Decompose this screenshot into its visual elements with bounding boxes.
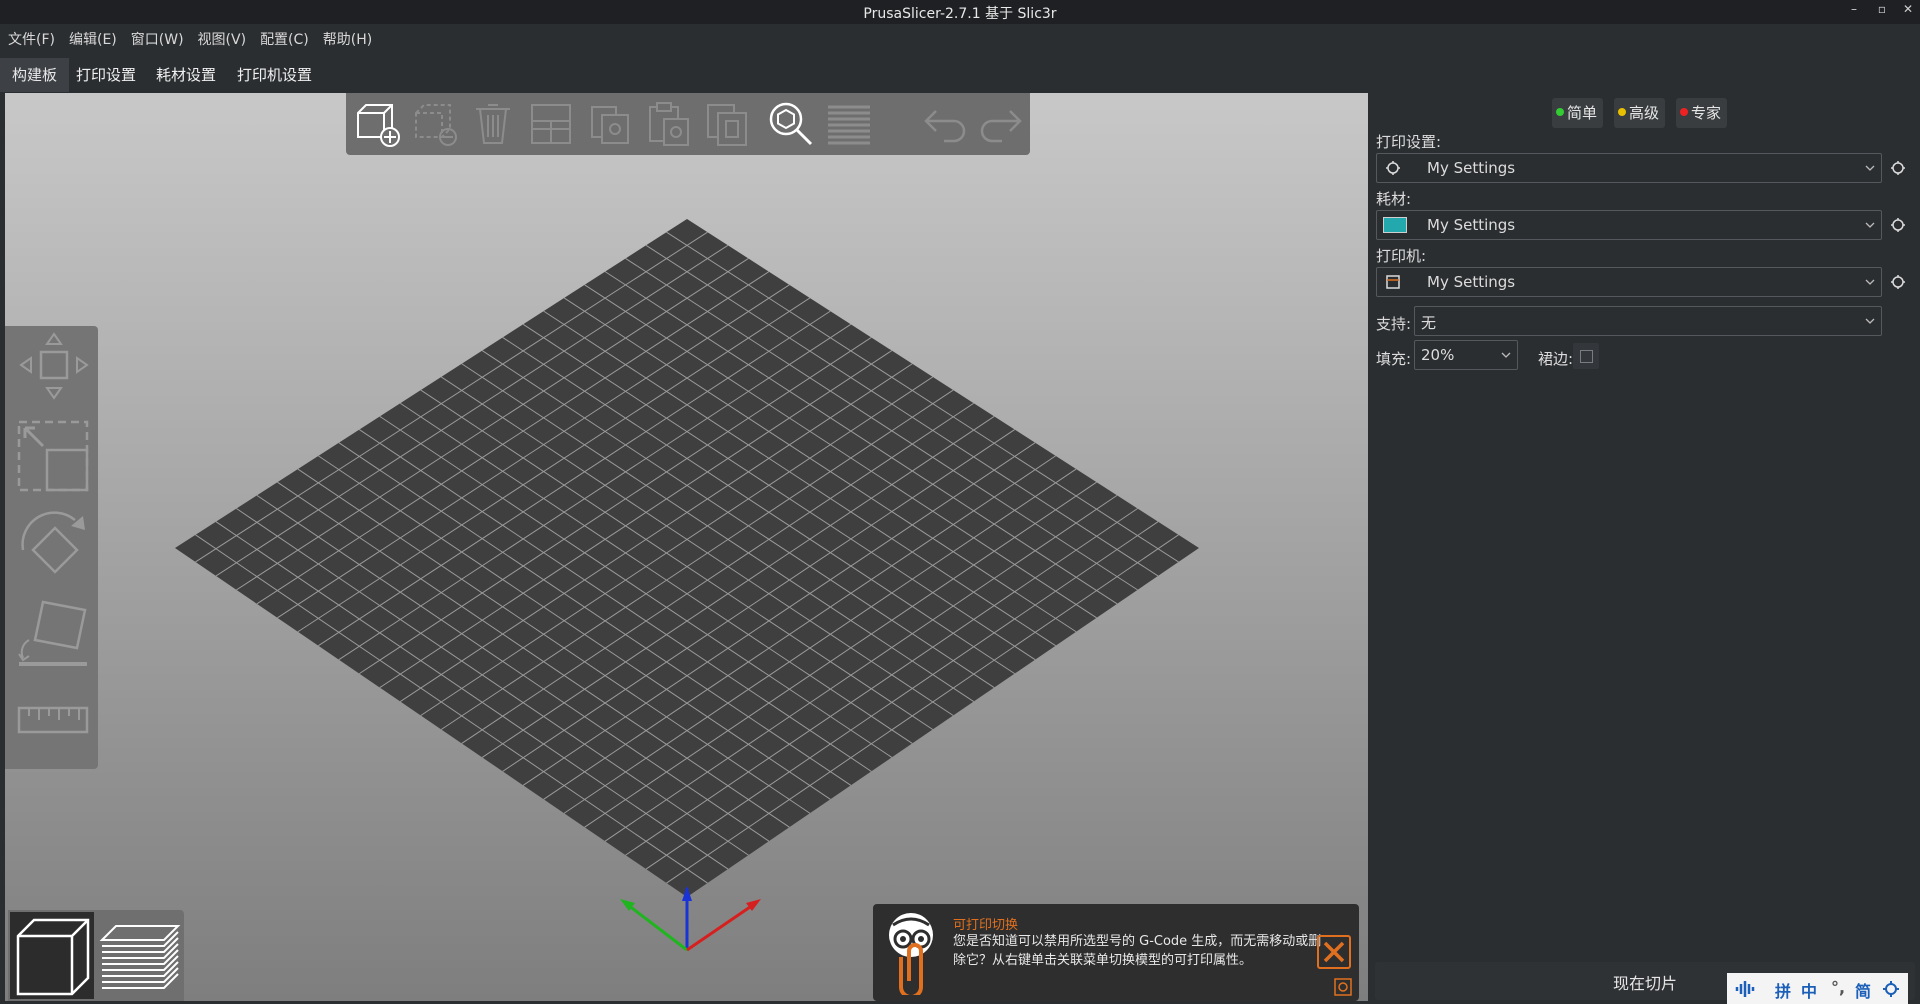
tab-bar: 构建板 打印设置 耗材设置 打印机设置 [0, 58, 1920, 92]
search-icon[interactable] [766, 99, 816, 149]
view-switcher [8, 910, 184, 1001]
measure-icon[interactable] [15, 682, 91, 758]
close-button[interactable]: ✕ [1898, 2, 1918, 16]
ime-pinyin[interactable]: 拼 [1775, 978, 1791, 1002]
close-icon [1323, 941, 1345, 963]
menu-view[interactable]: 视图(V) [192, 24, 253, 56]
infill-combo[interactable]: 20% [1414, 340, 1518, 370]
infill-value: 20% [1421, 346, 1455, 364]
settings-sidebar: 简单 高级 专家 打印设置: My Settings 耗材: My Settin… [1371, 93, 1920, 1004]
paste-icon[interactable] [644, 99, 694, 149]
support-value: 无 [1421, 314, 1437, 332]
support-combo[interactable]: 无 [1414, 306, 1882, 336]
build-plate [175, 219, 1199, 952]
copy-icon[interactable] [586, 99, 636, 149]
chevron-down-icon [1865, 165, 1875, 171]
add-icon[interactable] [352, 99, 402, 149]
menu-help[interactable]: 帮助(H) [317, 24, 378, 56]
rotate-icon[interactable] [15, 506, 91, 582]
print-settings-gear-icon[interactable] [1890, 160, 1906, 176]
filament-label: 耗材: [1376, 190, 1412, 208]
layers-preview-icon [99, 925, 181, 989]
print-settings-label: 打印设置: [1376, 133, 1442, 151]
delete-icon[interactable] [410, 99, 460, 149]
undo-icon[interactable] [922, 99, 972, 149]
y-axis [627, 903, 688, 952]
gizmo-toolbar [5, 326, 98, 769]
3d-view-tab[interactable] [10, 912, 94, 999]
window-title: PrusaSlicer-2.7.1 基于 Slic3r [863, 6, 1057, 22]
chevron-down-icon [1865, 279, 1875, 285]
brim-label: 裙边: [1538, 350, 1574, 368]
printer-label: 打印机: [1376, 247, 1427, 265]
preview-tab[interactable] [98, 912, 182, 999]
3d-viewport[interactable]: 可打印切换 您是否知道可以禁用所选型号的 G-Code 生成，而无需移动或删除它… [5, 93, 1368, 1001]
tab-filament-settings[interactable]: 耗材设置 [144, 58, 228, 92]
brim-checkbox-wrap [1573, 343, 1599, 369]
title-bar: PrusaSlicer-2.7.1 基于 Slic3r – ▫ ✕ [0, 0, 1920, 24]
cube-icon [16, 918, 90, 996]
yellow-dot-icon [1618, 107, 1626, 116]
menu-window[interactable]: 窗口(W) [125, 24, 190, 56]
support-label: 支持: [1376, 315, 1412, 333]
gear-icon[interactable] [1334, 978, 1352, 996]
close-hint-button[interactable] [1317, 935, 1351, 969]
hint-body: 您是否知道可以禁用所选型号的 G-Code 生成，而无需移动或删除它？从右键单击… [953, 934, 1322, 968]
chevron-down-icon [1865, 318, 1875, 324]
tab-printer-settings[interactable]: 打印机设置 [225, 58, 324, 92]
minimize-button[interactable]: – [1844, 2, 1864, 16]
red-dot-icon [1680, 107, 1688, 116]
hint-notification: 可打印切换 您是否知道可以禁用所选型号的 G-Code 生成，而无需移动或删除它… [873, 904, 1359, 1001]
menu-edit[interactable]: 编辑(E) [63, 24, 123, 56]
print-settings-combo[interactable]: My Settings [1376, 153, 1882, 183]
filament-combo[interactable]: My Settings [1376, 210, 1882, 240]
instance-icon[interactable] [702, 99, 752, 149]
mode-expert-label: 专家 [1691, 104, 1722, 122]
layers-icon[interactable] [824, 99, 874, 149]
printer-gear-icon[interactable] [1890, 274, 1906, 290]
tab-plater[interactable]: 构建板 [0, 58, 70, 92]
printer-value: My Settings [1427, 273, 1516, 291]
chevron-down-icon [1865, 222, 1875, 228]
print-settings-value: My Settings [1427, 159, 1516, 177]
redo-icon[interactable] [974, 99, 1024, 149]
chevron-down-icon [1501, 352, 1511, 358]
ime-chinese[interactable]: 中 [1801, 978, 1817, 1002]
printer-combo[interactable]: My Settings [1376, 267, 1882, 297]
maximize-button[interactable]: ▫ [1872, 2, 1892, 16]
filament-color-swatch[interactable] [1383, 217, 1407, 233]
cog-icon [1386, 161, 1400, 175]
mode-expert-button[interactable]: 专家 [1676, 98, 1728, 128]
green-dot-icon [1556, 107, 1564, 116]
printer-icon [1386, 275, 1400, 289]
hint-mascot-icon [889, 913, 933, 995]
mode-advanced-button[interactable]: 高级 [1614, 98, 1666, 128]
menu-config[interactable]: 配置(C) [254, 24, 315, 56]
place-on-face-icon[interactable] [15, 594, 91, 670]
mode-advanced-label: 高级 [1629, 104, 1660, 122]
delete-all-icon[interactable] [468, 99, 518, 149]
brim-checkbox[interactable] [1580, 350, 1593, 363]
scale-icon[interactable] [15, 418, 91, 494]
menu-bar: 文件(F) 编辑(E) 窗口(W) 视图(V) 配置(C) 帮助(H) [0, 24, 1920, 56]
ime-punct[interactable]: °, [1831, 978, 1845, 997]
x-axis [686, 903, 754, 952]
ime-tray: 拼 中 °, 简 [1727, 973, 1908, 1004]
move-icon[interactable] [15, 330, 91, 406]
ime-simplified[interactable]: 简 [1855, 978, 1871, 1002]
ime-settings-icon[interactable] [1883, 981, 1899, 997]
tab-print-settings[interactable]: 打印设置 [64, 58, 148, 92]
mode-simple-label: 简单 [1567, 104, 1598, 122]
voice-icon[interactable] [1735, 979, 1757, 999]
infill-label: 填充: [1376, 350, 1412, 368]
mode-simple-button[interactable]: 简单 [1552, 98, 1604, 128]
main-toolbar [346, 93, 1030, 155]
filament-value: My Settings [1427, 216, 1516, 234]
bed-surface [175, 219, 1199, 897]
filament-gear-icon[interactable] [1890, 217, 1906, 233]
hint-title: 可打印切换 [953, 918, 1019, 933]
arrange-icon[interactable] [526, 99, 576, 149]
menu-file[interactable]: 文件(F) [2, 24, 61, 56]
